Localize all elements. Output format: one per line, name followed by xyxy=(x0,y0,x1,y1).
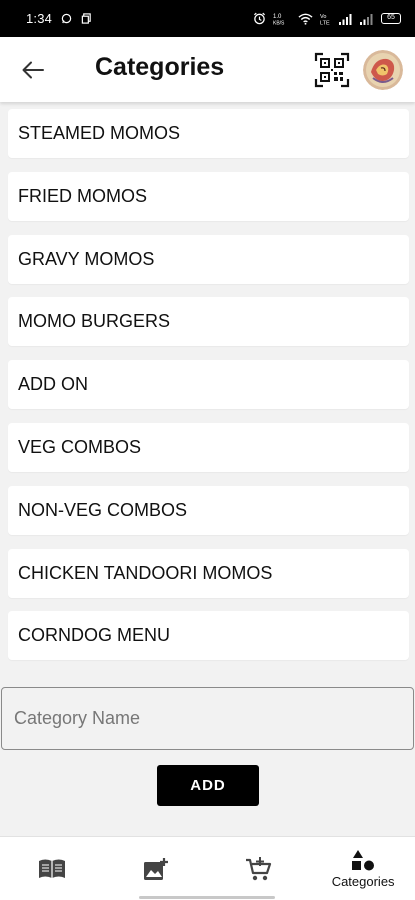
menu-book-icon xyxy=(38,859,65,878)
category-item[interactable]: NON-VEG COMBOS xyxy=(8,485,409,535)
category-item[interactable]: CHICKEN TANDOORI MOMOS xyxy=(8,548,409,598)
category-name-input[interactable] xyxy=(1,687,414,750)
battery-icon: 65 xyxy=(381,13,401,24)
add-photo-icon xyxy=(143,857,168,880)
svg-text:LTE: LTE xyxy=(320,21,330,26)
category-item[interactable]: VEG COMBOS xyxy=(8,422,409,472)
copy-icon xyxy=(81,13,91,24)
avatar[interactable] xyxy=(363,50,403,90)
back-button[interactable] xyxy=(20,57,46,83)
page-title: Categories xyxy=(95,53,225,81)
avatar-image xyxy=(363,50,403,90)
data-speed-icon: 1.0 KB/S xyxy=(273,14,285,26)
add-button[interactable]: ADD xyxy=(157,765,259,806)
gesture-bar[interactable] xyxy=(139,896,275,899)
volte-icon: Vo LTE xyxy=(320,14,330,26)
status-bar: 1:34 1.0 KB/S Vo LTE 65 xyxy=(0,0,415,37)
category-item[interactable]: GRAVY MOMOS xyxy=(8,234,409,284)
category-list: STEAMED MOMOS FRIED MOMOS GRAVY MOMOS MO… xyxy=(8,109,409,674)
nav-item-categories[interactable]: Categories xyxy=(311,837,415,900)
category-item[interactable]: ADD ON xyxy=(8,360,409,410)
wifi-icon xyxy=(298,13,313,25)
category-item[interactable]: CORNDOG MENU xyxy=(8,611,409,661)
category-item[interactable]: MOMO BURGERS xyxy=(8,297,409,347)
nav-item-add-cart[interactable] xyxy=(208,837,312,900)
signal-icon xyxy=(339,13,352,25)
app-header: Categories xyxy=(0,37,415,102)
qr-code-button[interactable] xyxy=(314,52,350,88)
categories-icon xyxy=(352,849,375,870)
svg-text:KB/S: KB/S xyxy=(273,21,285,26)
qr-code-icon xyxy=(314,52,350,88)
add-cart-icon xyxy=(246,856,272,880)
category-item[interactable]: FRIED MOMOS xyxy=(8,171,409,221)
nav-item-add-photo[interactable] xyxy=(104,837,208,900)
category-item[interactable]: STEAMED MOMOS xyxy=(8,109,409,158)
signal-icon-2 xyxy=(360,13,373,25)
status-right: 1.0 KB/S Vo LTE 65 xyxy=(253,12,401,25)
svg-text:Vo: Vo xyxy=(320,14,326,20)
nav-label-categories: Categories xyxy=(331,873,395,889)
status-left: 1:34 xyxy=(26,11,92,26)
nav-item-menu[interactable] xyxy=(0,837,104,900)
bottom-nav: Categories xyxy=(0,836,415,900)
arrow-left-icon xyxy=(22,61,44,79)
svg-text:1.0: 1.0 xyxy=(273,14,282,20)
whatsapp-icon xyxy=(61,13,72,24)
alarm-icon xyxy=(253,12,266,25)
status-time: 1:34 xyxy=(26,11,53,26)
